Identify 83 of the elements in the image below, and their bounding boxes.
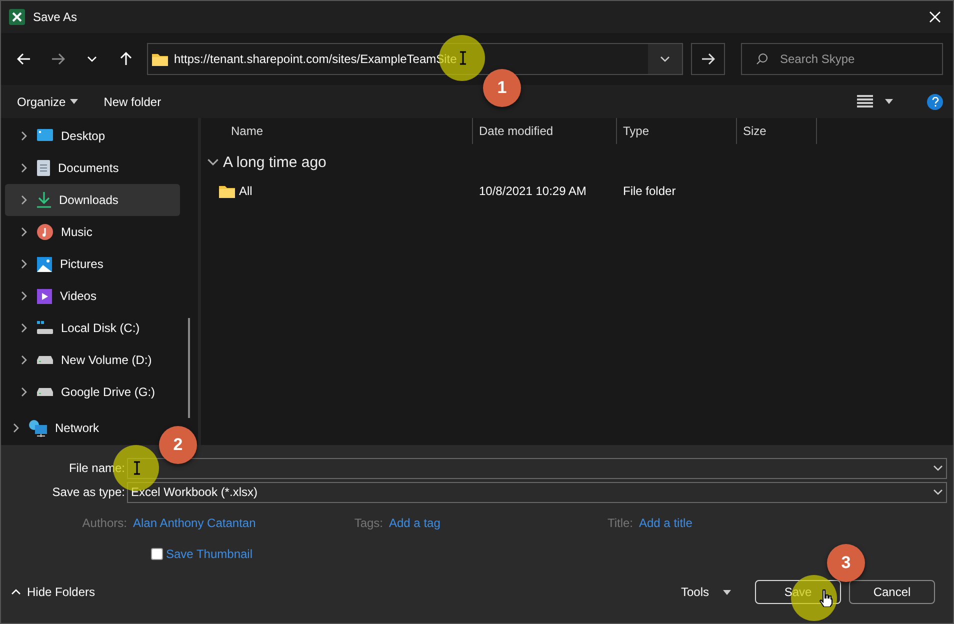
column-header[interactable]: Name xyxy=(201,118,473,144)
hide-folders-button[interactable]: Hide Folders xyxy=(11,585,96,599)
chevron-icon xyxy=(19,131,29,141)
chevron-icon xyxy=(19,323,29,333)
chevron-icon xyxy=(19,227,29,237)
sidebar-item[interactable]: Desktop xyxy=(5,120,114,152)
organize-button[interactable]: Organize xyxy=(11,90,84,112)
chevron-icon xyxy=(11,587,21,597)
tags-label: Tags: xyxy=(353,516,384,530)
chevron-icon xyxy=(933,487,943,497)
file-name-label: File name: xyxy=(68,461,126,475)
address-text: https://tenant.sharepoint.com/sites/ExampleTeamSite xyxy=(174,52,457,66)
type-cell-text: File folder xyxy=(622,184,677,198)
date-cell-text: 10/8/2021 10:29 AM xyxy=(478,184,588,198)
column-header[interactable]: Size xyxy=(737,118,817,144)
download-icon xyxy=(37,192,51,208)
go-button[interactable] xyxy=(691,43,725,75)
caret-icon xyxy=(723,590,731,594)
chevron-icon xyxy=(660,54,670,64)
desktop-icon xyxy=(37,129,53,143)
drive-icon xyxy=(37,388,53,396)
sidebar-item[interactable]: Videos xyxy=(5,280,104,312)
excel-icon xyxy=(9,9,25,25)
left-arrow-icon xyxy=(17,53,31,65)
chevron-icon xyxy=(19,163,29,173)
authors-label: Authors: xyxy=(81,516,128,530)
disk-icon xyxy=(37,321,53,335)
add-tag-link[interactable]: Add a tag xyxy=(389,516,579,530)
text-cursor-icon xyxy=(459,51,467,65)
search-input[interactable]: Search Skype xyxy=(778,51,918,67)
sidebar-item[interactable]: Documents xyxy=(5,152,127,184)
file-name[interactable]: All xyxy=(239,184,252,198)
chevron-icon xyxy=(19,355,29,365)
sidebar-item[interactable]: Google Drive (G:) xyxy=(5,376,164,408)
tools-button[interactable]: Tools xyxy=(674,581,737,603)
search-field[interactable]: Search Skype xyxy=(741,43,943,75)
add-title-link[interactable]: Add a title xyxy=(639,516,759,530)
chevron-icon xyxy=(19,387,29,397)
chevron-icon xyxy=(19,195,29,205)
new-folder-button[interactable]: New folder xyxy=(98,90,168,112)
drive-icon xyxy=(37,356,53,364)
sidebar-item[interactable]: Local Disk (C:) xyxy=(5,312,148,344)
chevron-icon xyxy=(11,423,21,433)
folder-icon xyxy=(219,184,235,198)
title-label: Title: xyxy=(606,516,634,530)
save-type-dropdown[interactable]: Excel Workbook (*.xlsx) xyxy=(127,482,947,502)
right-arrow-icon xyxy=(51,53,65,65)
question-mark-icon xyxy=(932,96,938,106)
window-title: Save As xyxy=(33,10,78,24)
sidebar-item[interactable]: Downloads xyxy=(5,184,180,216)
column-header[interactable]: Type xyxy=(617,118,737,144)
music-icon xyxy=(37,224,53,240)
right-arrow-icon xyxy=(701,53,715,65)
close-icon xyxy=(929,11,941,23)
caret-icon xyxy=(70,99,78,104)
up-arrow-icon xyxy=(120,52,132,66)
column-header[interactable]: Date modified xyxy=(473,118,617,144)
save-type-label: Save as type: xyxy=(51,485,126,499)
list-view-icon xyxy=(857,95,873,108)
address-field[interactable]: https://tenant.sharepoint.com/sites/ExampleTeamSite xyxy=(147,43,683,75)
picture-icon xyxy=(37,256,52,272)
folder-icon xyxy=(152,52,168,66)
help-button[interactable] xyxy=(927,94,943,110)
sidebar-item[interactable]: New Volume (D:) xyxy=(5,344,160,376)
video-icon xyxy=(37,288,52,304)
authors-link[interactable]: Alan Anthony Catantan xyxy=(133,516,333,530)
sidebar-item[interactable]: Pictures xyxy=(5,248,112,280)
sidebar-item[interactable]: Music xyxy=(5,216,100,248)
search-icon xyxy=(756,53,768,65)
sidebar-item[interactable]: Network xyxy=(1,412,108,444)
chevron-icon xyxy=(207,156,219,168)
network-icon xyxy=(29,420,47,436)
document-icon xyxy=(37,160,50,176)
caret-icon xyxy=(885,99,893,104)
chevron-icon xyxy=(933,463,943,473)
text-cursor-icon xyxy=(133,461,141,475)
save-thumbnail-checkbox[interactable]: Save Thumbnail xyxy=(151,547,252,561)
hand-cursor-icon xyxy=(819,589,833,607)
cancel-button[interactable]: Cancel xyxy=(849,580,935,604)
group-header[interactable]: A long time ago xyxy=(201,144,953,180)
chevron-icon xyxy=(19,259,29,269)
chevron-icon xyxy=(87,54,97,64)
chevron-icon xyxy=(19,291,29,301)
